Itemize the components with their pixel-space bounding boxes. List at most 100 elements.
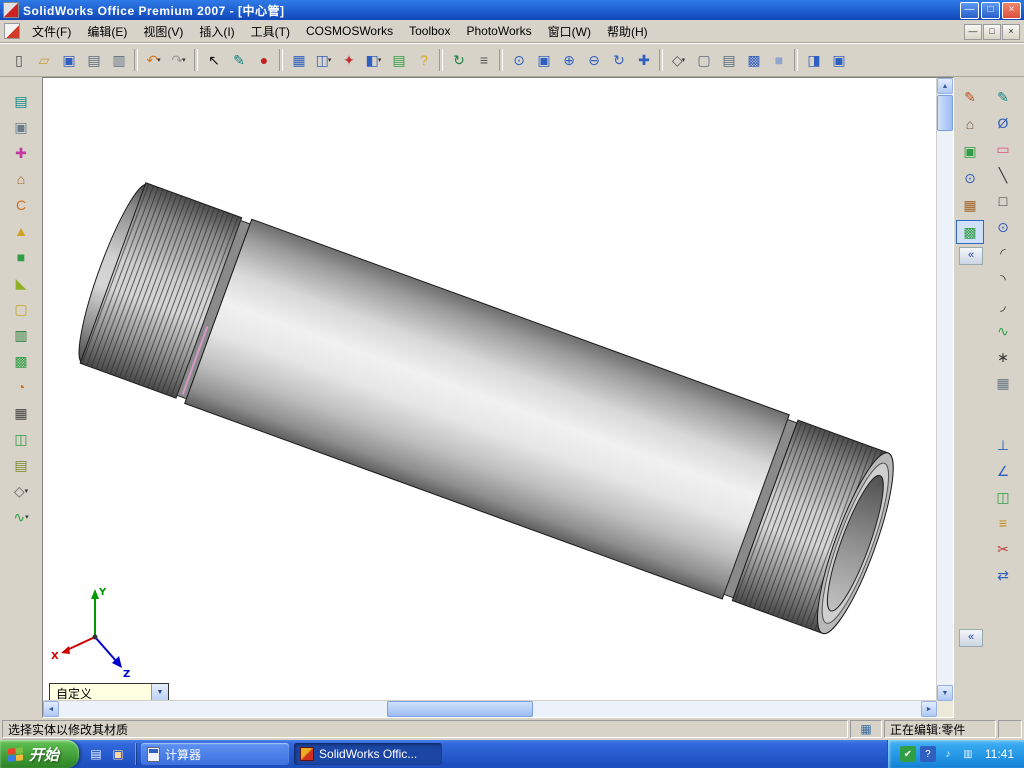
make-drawing-button[interactable]: ▥ — [106, 48, 131, 72]
model-view-icon[interactable]: ▣ — [956, 139, 984, 163]
network-icon[interactable]: ▥ — [960, 746, 976, 762]
select-tool[interactable]: ↖ — [201, 48, 226, 72]
child-minimize-button[interactable]: — — [964, 24, 982, 40]
redo-button[interactable]: ↷ ▾ — [166, 48, 191, 72]
section-view-button[interactable]: ◨ — [801, 48, 826, 72]
scroll-up-button[interactable]: ▲ — [937, 78, 953, 94]
chevron-down-icon[interactable]: ▼ — [151, 684, 168, 700]
standard-views-icon[interactable]: ⌂ — [956, 112, 984, 136]
circular-pattern-icon[interactable]: ◔ — [7, 375, 35, 399]
circle-icon[interactable]: ⊙ — [989, 215, 1017, 239]
convert-entities-icon[interactable]: ⇄ — [989, 563, 1017, 587]
shell-icon[interactable]: ▢ — [7, 297, 35, 321]
trim-entities-icon[interactable]: ✂ — [989, 537, 1017, 561]
erase-icon[interactable]: ▭ — [989, 137, 1017, 161]
zoom-area-button[interactable]: ▣ — [531, 48, 556, 72]
collapse-toolbar-button[interactable]: « — [959, 247, 983, 265]
wrap-icon[interactable]: ▩ — [7, 349, 35, 373]
helix-icon[interactable]: C — [7, 193, 35, 217]
zoom-in-button[interactable]: ⊕ — [556, 48, 581, 72]
options-button[interactable]: ≡ — [471, 48, 496, 72]
rectangle-icon[interactable]: □ — [989, 189, 1017, 213]
collapse-toolbar-button-2[interactable]: « — [959, 629, 983, 647]
wireframe-button[interactable]: ▢ — [691, 48, 716, 72]
dome-icon[interactable]: ⌂ — [7, 167, 35, 191]
pipe-body[interactable] — [184, 218, 790, 600]
mirror-entities-icon[interactable]: ◫ — [989, 485, 1017, 509]
窗口(W)[interactable]: 窗口(W) — [540, 20, 599, 43]
split-window-button[interactable]: ◧ ▾ — [361, 48, 386, 72]
spline-icon[interactable]: ∿ — [989, 319, 1017, 343]
edit-sketch-icon[interactable]: ✎ — [956, 85, 984, 109]
工具(T)[interactable]: 工具(T) — [243, 20, 298, 43]
curve-icon[interactable]: ∿ ▾ — [7, 505, 35, 529]
media-player-icon[interactable]: ▣ — [109, 745, 127, 763]
Toolbox[interactable]: Toolbox — [401, 21, 458, 41]
smart-dimension-icon[interactable]: Ø — [989, 111, 1017, 135]
print-button[interactable]: ▤ — [81, 48, 106, 72]
PhotoWorks[interactable]: PhotoWorks — [458, 21, 539, 41]
select-point-button[interactable]: ● — [251, 48, 276, 72]
插入(I)[interactable]: 插入(I) — [191, 20, 242, 43]
add-relation-icon[interactable]: ⊥ — [989, 433, 1017, 457]
vertical-scroll-thumb[interactable] — [937, 95, 953, 131]
minimize-button[interactable]: — — [960, 1, 979, 19]
scene-icon[interactable]: ▩ — [956, 220, 984, 244]
measure-icon[interactable]: ◇ ▾ — [7, 479, 35, 503]
appearance-icon[interactable]: ▦ — [956, 193, 984, 217]
feature-flag-button[interactable]: ✦ — [336, 48, 361, 72]
rib-icon[interactable]: ▥ — [7, 323, 35, 347]
zoom-fit-button[interactable]: ⊙ — [506, 48, 531, 72]
task-button-solidworks[interactable]: SolidWorks Offic... — [294, 743, 443, 765]
move-face-icon[interactable]: ✚ — [7, 141, 35, 165]
horizontal-scrollbar[interactable]: ◄ ► — [43, 700, 937, 717]
save-button[interactable]: ▣ — [56, 48, 81, 72]
undo-button[interactable]: ↶ ▾ — [141, 48, 166, 72]
view-orientation-button[interactable]: ◇ ▾ — [666, 48, 691, 72]
document-icon[interactable] — [4, 23, 20, 39]
hidden-lines-button[interactable]: ▤ — [716, 48, 741, 72]
pan-button[interactable]: ✚ — [631, 48, 656, 72]
revolved-boss-icon[interactable]: ▣ — [7, 115, 35, 139]
task-button-calculator[interactable]: 计算器 — [141, 743, 290, 765]
centerpoint-arc-icon[interactable]: ◜ — [989, 241, 1017, 265]
extruded-cut-icon[interactable]: ■ — [7, 245, 35, 269]
编辑(E)[interactable]: 编辑(E) — [79, 20, 135, 43]
horizontal-scroll-thumb[interactable] — [386, 701, 534, 717]
mirror-feature-icon[interactable]: ◫ — [7, 427, 35, 451]
tangent-arc-icon[interactable]: ◝ — [989, 267, 1017, 291]
extruded-boss-icon[interactable]: ▤ — [7, 89, 35, 113]
shaded-button[interactable]: ■ — [766, 48, 791, 72]
help-button[interactable]: ? — [411, 48, 436, 72]
open-button[interactable]: ▱ — [31, 48, 56, 72]
construction-geometry-icon[interactable]: ▦ — [989, 371, 1017, 395]
sketch-tool-icon[interactable]: ✎ — [989, 85, 1017, 109]
sketch-button[interactable]: ✎ — [226, 48, 251, 72]
视图(V)[interactable]: 视图(V) — [135, 20, 191, 43]
restore-button[interactable]: □ — [981, 1, 1000, 19]
chamfer-icon[interactable]: ◣ — [7, 271, 35, 295]
rotate-view-button[interactable]: ↻ — [606, 48, 631, 72]
help-center-icon[interactable]: ? — [919, 746, 936, 762]
volume-icon[interactable]: ♪ — [940, 746, 956, 762]
child-restore-button[interactable]: □ — [983, 24, 1001, 40]
child-close-button[interactable]: × — [1002, 24, 1020, 40]
view-config-dropdown[interactable]: 自定义 ▼ — [49, 683, 169, 701]
文件(F)[interactable]: 文件(F) — [24, 20, 79, 43]
design-table-button[interactable]: ▦ — [286, 48, 311, 72]
pattern-table-icon[interactable]: ▤ — [7, 453, 35, 477]
realview-button[interactable]: ▣ — [826, 48, 851, 72]
帮助(H)[interactable]: 帮助(H) — [599, 20, 656, 43]
view-palette-button[interactable]: ◫ ▾ — [311, 48, 336, 72]
shaded-with-edges-button[interactable]: ▩ — [741, 48, 766, 72]
close-button[interactable]: × — [1002, 1, 1021, 19]
scroll-left-button[interactable]: ◄ — [43, 701, 59, 717]
start-button[interactable]: 开始 — [0, 740, 80, 768]
point-icon[interactable]: ∗ — [989, 345, 1017, 369]
linear-pattern-icon[interactable]: ▦ — [7, 401, 35, 425]
COSMOSWorks[interactable]: COSMOSWorks — [298, 21, 401, 41]
rebuild-button[interactable]: ↻ — [446, 48, 471, 72]
line-icon[interactable]: ╲ — [989, 163, 1017, 187]
new-document-button[interactable]: ▯ — [6, 48, 31, 72]
show-desktop-icon[interactable]: ▤ — [87, 745, 105, 763]
